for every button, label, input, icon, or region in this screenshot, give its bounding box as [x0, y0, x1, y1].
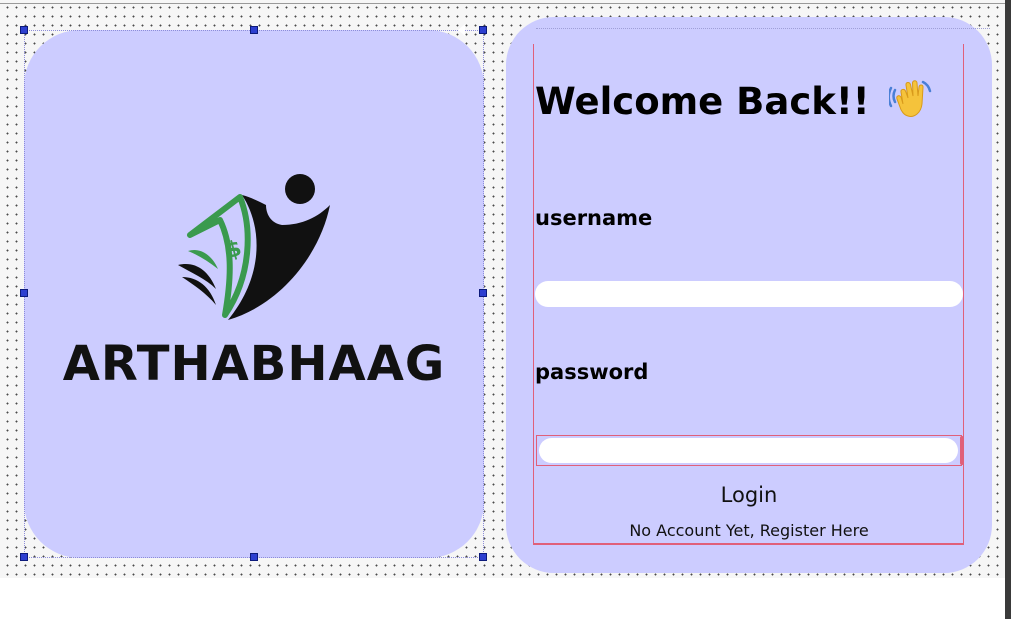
logo-wordmark: ARTHABHAAG [62, 336, 446, 392]
register-link[interactable]: No Account Yet, Register Here [536, 521, 962, 540]
password-input[interactable] [539, 438, 958, 463]
resize-handle[interactable] [479, 26, 487, 34]
password-label: password [535, 360, 649, 384]
username-input[interactable] [535, 281, 963, 307]
welcome-heading: Welcome Back!! [535, 78, 933, 129]
scrollbar[interactable] [1005, 0, 1011, 619]
password-field-selection [536, 435, 964, 466]
arthabhaag-logo-icon: $ [178, 174, 330, 320]
layout-guide [536, 28, 990, 29]
canvas-top-border [0, 3, 1005, 4]
svg-text:$: $ [223, 236, 244, 264]
resize-handle[interactable] [20, 26, 28, 34]
login-button[interactable]: Login [536, 480, 962, 510]
username-label: username [535, 206, 653, 230]
resize-handle[interactable] [479, 289, 487, 297]
waving-hand-icon [887, 78, 933, 129]
resize-handle[interactable] [250, 26, 258, 34]
resize-handle[interactable] [960, 436, 964, 465]
resize-handle[interactable] [20, 289, 28, 297]
resize-handle[interactable] [20, 553, 28, 561]
resize-handle[interactable] [479, 553, 487, 561]
collapse-arrow-icon[interactable] [458, 24, 465, 36]
welcome-title: Welcome Back!! [535, 80, 870, 123]
resize-handle[interactable] [250, 553, 258, 561]
